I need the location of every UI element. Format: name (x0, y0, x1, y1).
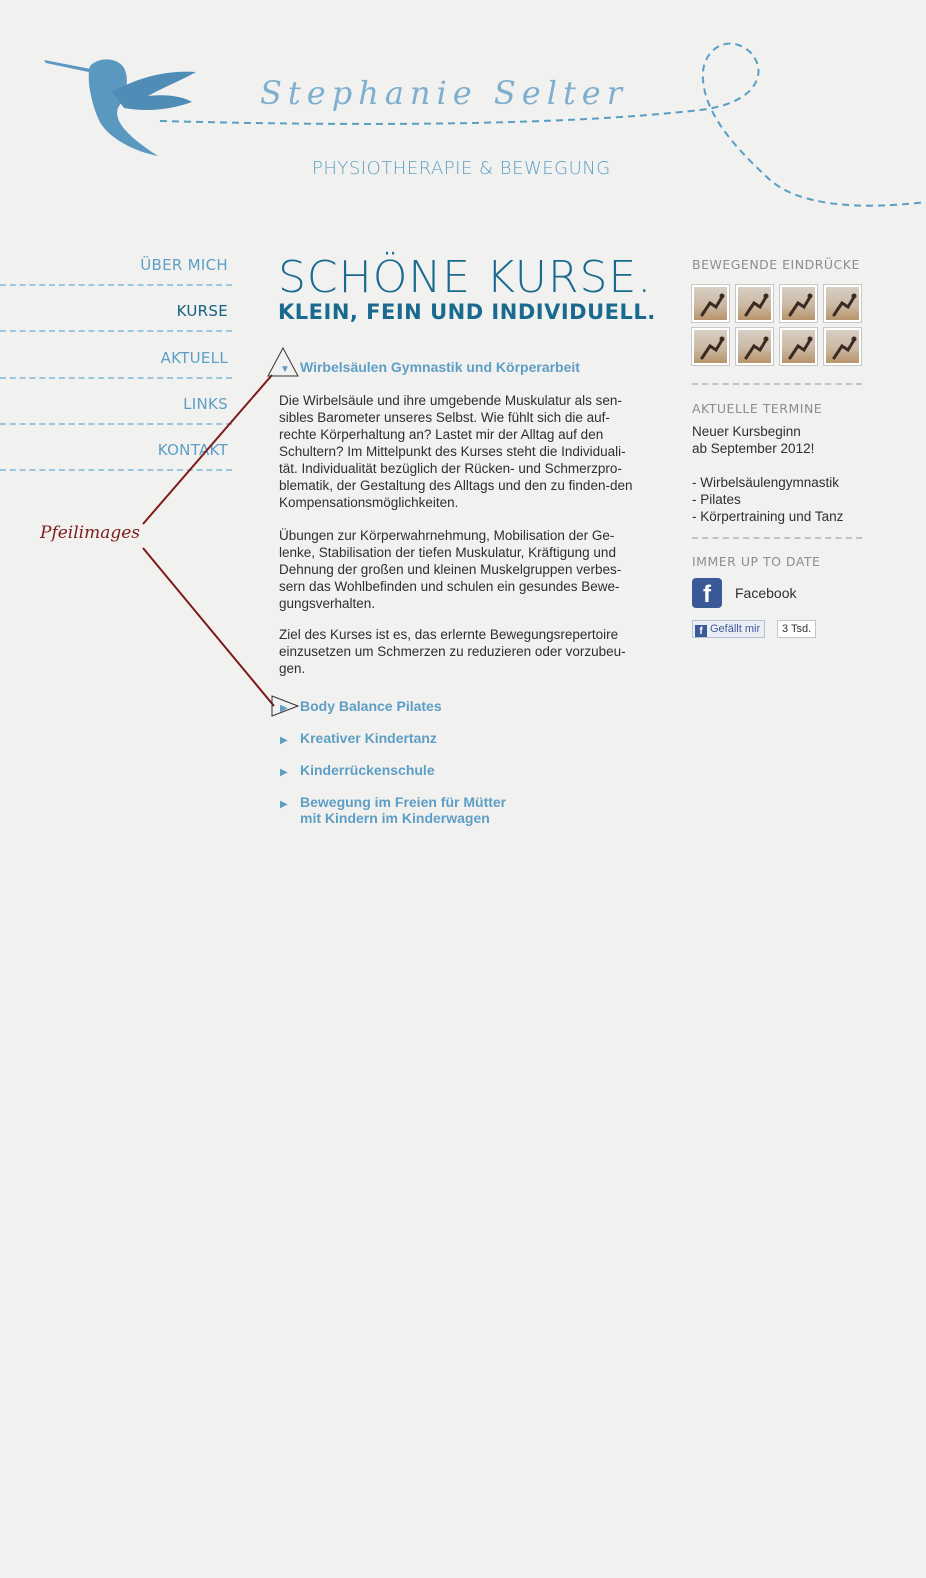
accordion-item-kinderrueckenschule[interactable]: ▶ Kinderrückenschule (280, 762, 435, 781)
annotation-arrows (142, 346, 300, 717)
accordion-item-bewegung-im-freien[interactable]: ▶ Bewegung im Freien für Mütter mit Kinder… (280, 794, 506, 826)
annotation-line (142, 374, 273, 525)
annotation-label: Pfeilimages (40, 523, 141, 543)
annotation-arrowhead (267, 346, 299, 377)
annotation-line (142, 547, 275, 707)
annotation-arrowhead (271, 695, 300, 717)
triangle-right-icon: ▶ (280, 799, 288, 810)
triangle-right-icon: ▶ (280, 767, 288, 778)
